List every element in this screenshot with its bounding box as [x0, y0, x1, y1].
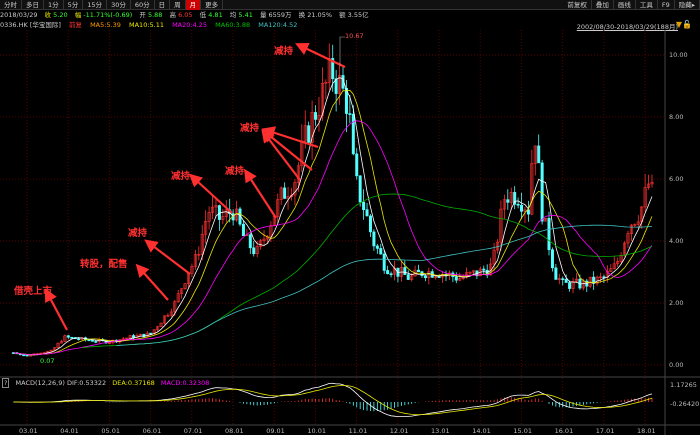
x-tick-label: 06.01	[143, 427, 162, 435]
annotation-reduce-2: 减持	[171, 171, 191, 182]
annotation-reduce-3: 减持	[225, 166, 245, 177]
candle-down	[454, 276, 458, 281]
y-tick-label: 0.00	[669, 361, 683, 369]
x-tick-label: 17.01	[596, 427, 615, 435]
annotation-arrow	[188, 173, 233, 214]
candle-down	[520, 204, 524, 212]
low-price-label: 0.07	[40, 357, 55, 365]
x-tick-label: 08.01	[225, 427, 244, 435]
candle-up	[29, 354, 33, 357]
candle-down	[365, 209, 369, 217]
x-tick-label: 03.01	[19, 427, 38, 435]
x-tick-label: 04.01	[60, 427, 79, 435]
candle-down	[561, 278, 565, 280]
annotation-reduce-5: 减持	[274, 46, 294, 57]
candle-down	[355, 153, 359, 177]
candle-down	[379, 248, 383, 255]
y-tick-label: 6.00	[669, 175, 683, 183]
candle-down	[403, 267, 407, 275]
candle-down	[22, 354, 26, 357]
macd-axis-bottom: -0.26420	[670, 400, 700, 408]
x-tick-label: 05.01	[101, 427, 120, 435]
candle-down	[406, 274, 410, 280]
y-tick-label: 4.00	[669, 237, 683, 245]
annotation-conversion-placement: 转股，配售	[80, 259, 128, 270]
candle-down	[90, 340, 94, 342]
candle-down	[362, 201, 366, 210]
kline-chart[interactable]: 10.00 8.00 6.00 4.00 2.00 0.00 03.01 04.01 05.01…	[0, 0, 700, 435]
candle-down	[77, 338, 81, 340]
x-tick-label: 10.01	[307, 427, 326, 435]
macd-dif: MACD(12,26,9) DIF:0.53322	[15, 379, 107, 387]
candle-down	[149, 332, 153, 335]
annotation-arrow	[144, 239, 191, 275]
candle-down	[389, 273, 393, 276]
macd-legend: ? MACD(12,26,9) DIF:0.53322 DEA:0.37168 …	[2, 378, 213, 388]
candle-down	[537, 145, 541, 164]
x-tick-label: 07.01	[184, 427, 203, 435]
macd-axis-top: 1.17265	[670, 381, 697, 389]
candle-down	[241, 223, 245, 236]
x-tick-label: 09.01	[266, 427, 285, 435]
candle-down	[386, 270, 390, 275]
candle-down	[417, 269, 421, 272]
candle-down	[568, 282, 572, 289]
annotation-arrow	[135, 263, 169, 301]
candle-down	[382, 253, 386, 271]
candle-down	[358, 175, 362, 203]
candle-down	[248, 234, 252, 249]
candle-down	[351, 113, 355, 155]
candle-down	[547, 218, 551, 251]
x-tick-label: 11.01	[349, 427, 368, 435]
macd-dea: DEA:0.37168	[112, 379, 155, 387]
candle-down	[307, 125, 311, 143]
x-tick-label: 15.01	[513, 427, 532, 435]
x-tick-label: 12.01	[390, 427, 409, 435]
candle-down	[66, 335, 70, 338]
x-tick-label: 14.01	[472, 427, 491, 435]
candle-down	[372, 231, 376, 247]
y-tick-label: 2.00	[669, 299, 683, 307]
annotation-reduce-1: 减持	[128, 228, 148, 239]
candle-down	[554, 267, 558, 280]
annotation-reduce-4: 减持	[240, 123, 260, 134]
candle-down	[550, 249, 554, 269]
y-tick-label: 8.00	[669, 113, 683, 121]
candle-down	[437, 276, 441, 278]
annotation-arrow	[44, 288, 68, 331]
candle-down	[540, 162, 544, 222]
annotation-arrow	[261, 129, 301, 181]
candle-down	[87, 339, 91, 342]
candle-down	[423, 275, 427, 279]
annotation-arrow	[295, 42, 346, 68]
candle-down	[348, 113, 352, 115]
candle-down	[526, 209, 530, 215]
y-tick-label: 10.00	[669, 51, 688, 59]
candle-down	[516, 203, 520, 206]
candle-down	[564, 279, 568, 283]
candle-down	[25, 354, 29, 357]
candle-down	[70, 336, 74, 339]
candle-down	[334, 78, 338, 94]
annotation-backdoor-listing: 借壳上市	[14, 286, 53, 297]
candle-down	[283, 187, 287, 199]
candle-down	[602, 276, 606, 279]
x-tick-label: 16.01	[555, 427, 574, 435]
ma60-line	[82, 193, 653, 348]
candle-down	[314, 112, 318, 120]
high-marker	[339, 36, 345, 66]
candle-down	[368, 215, 372, 233]
high-price-label: 10.67	[345, 32, 364, 40]
annotation-arrow	[244, 168, 277, 219]
x-tick-label: 18.01	[637, 427, 656, 435]
macd-value: MACD:0.32308	[160, 379, 210, 387]
candle-down	[482, 268, 486, 271]
help-icon[interactable]: ?	[2, 378, 10, 388]
candle-down	[375, 245, 379, 249]
candle-down	[506, 199, 510, 203]
candle-down	[94, 341, 98, 343]
candle-down	[252, 247, 256, 255]
x-tick-label: 13.01	[431, 427, 450, 435]
